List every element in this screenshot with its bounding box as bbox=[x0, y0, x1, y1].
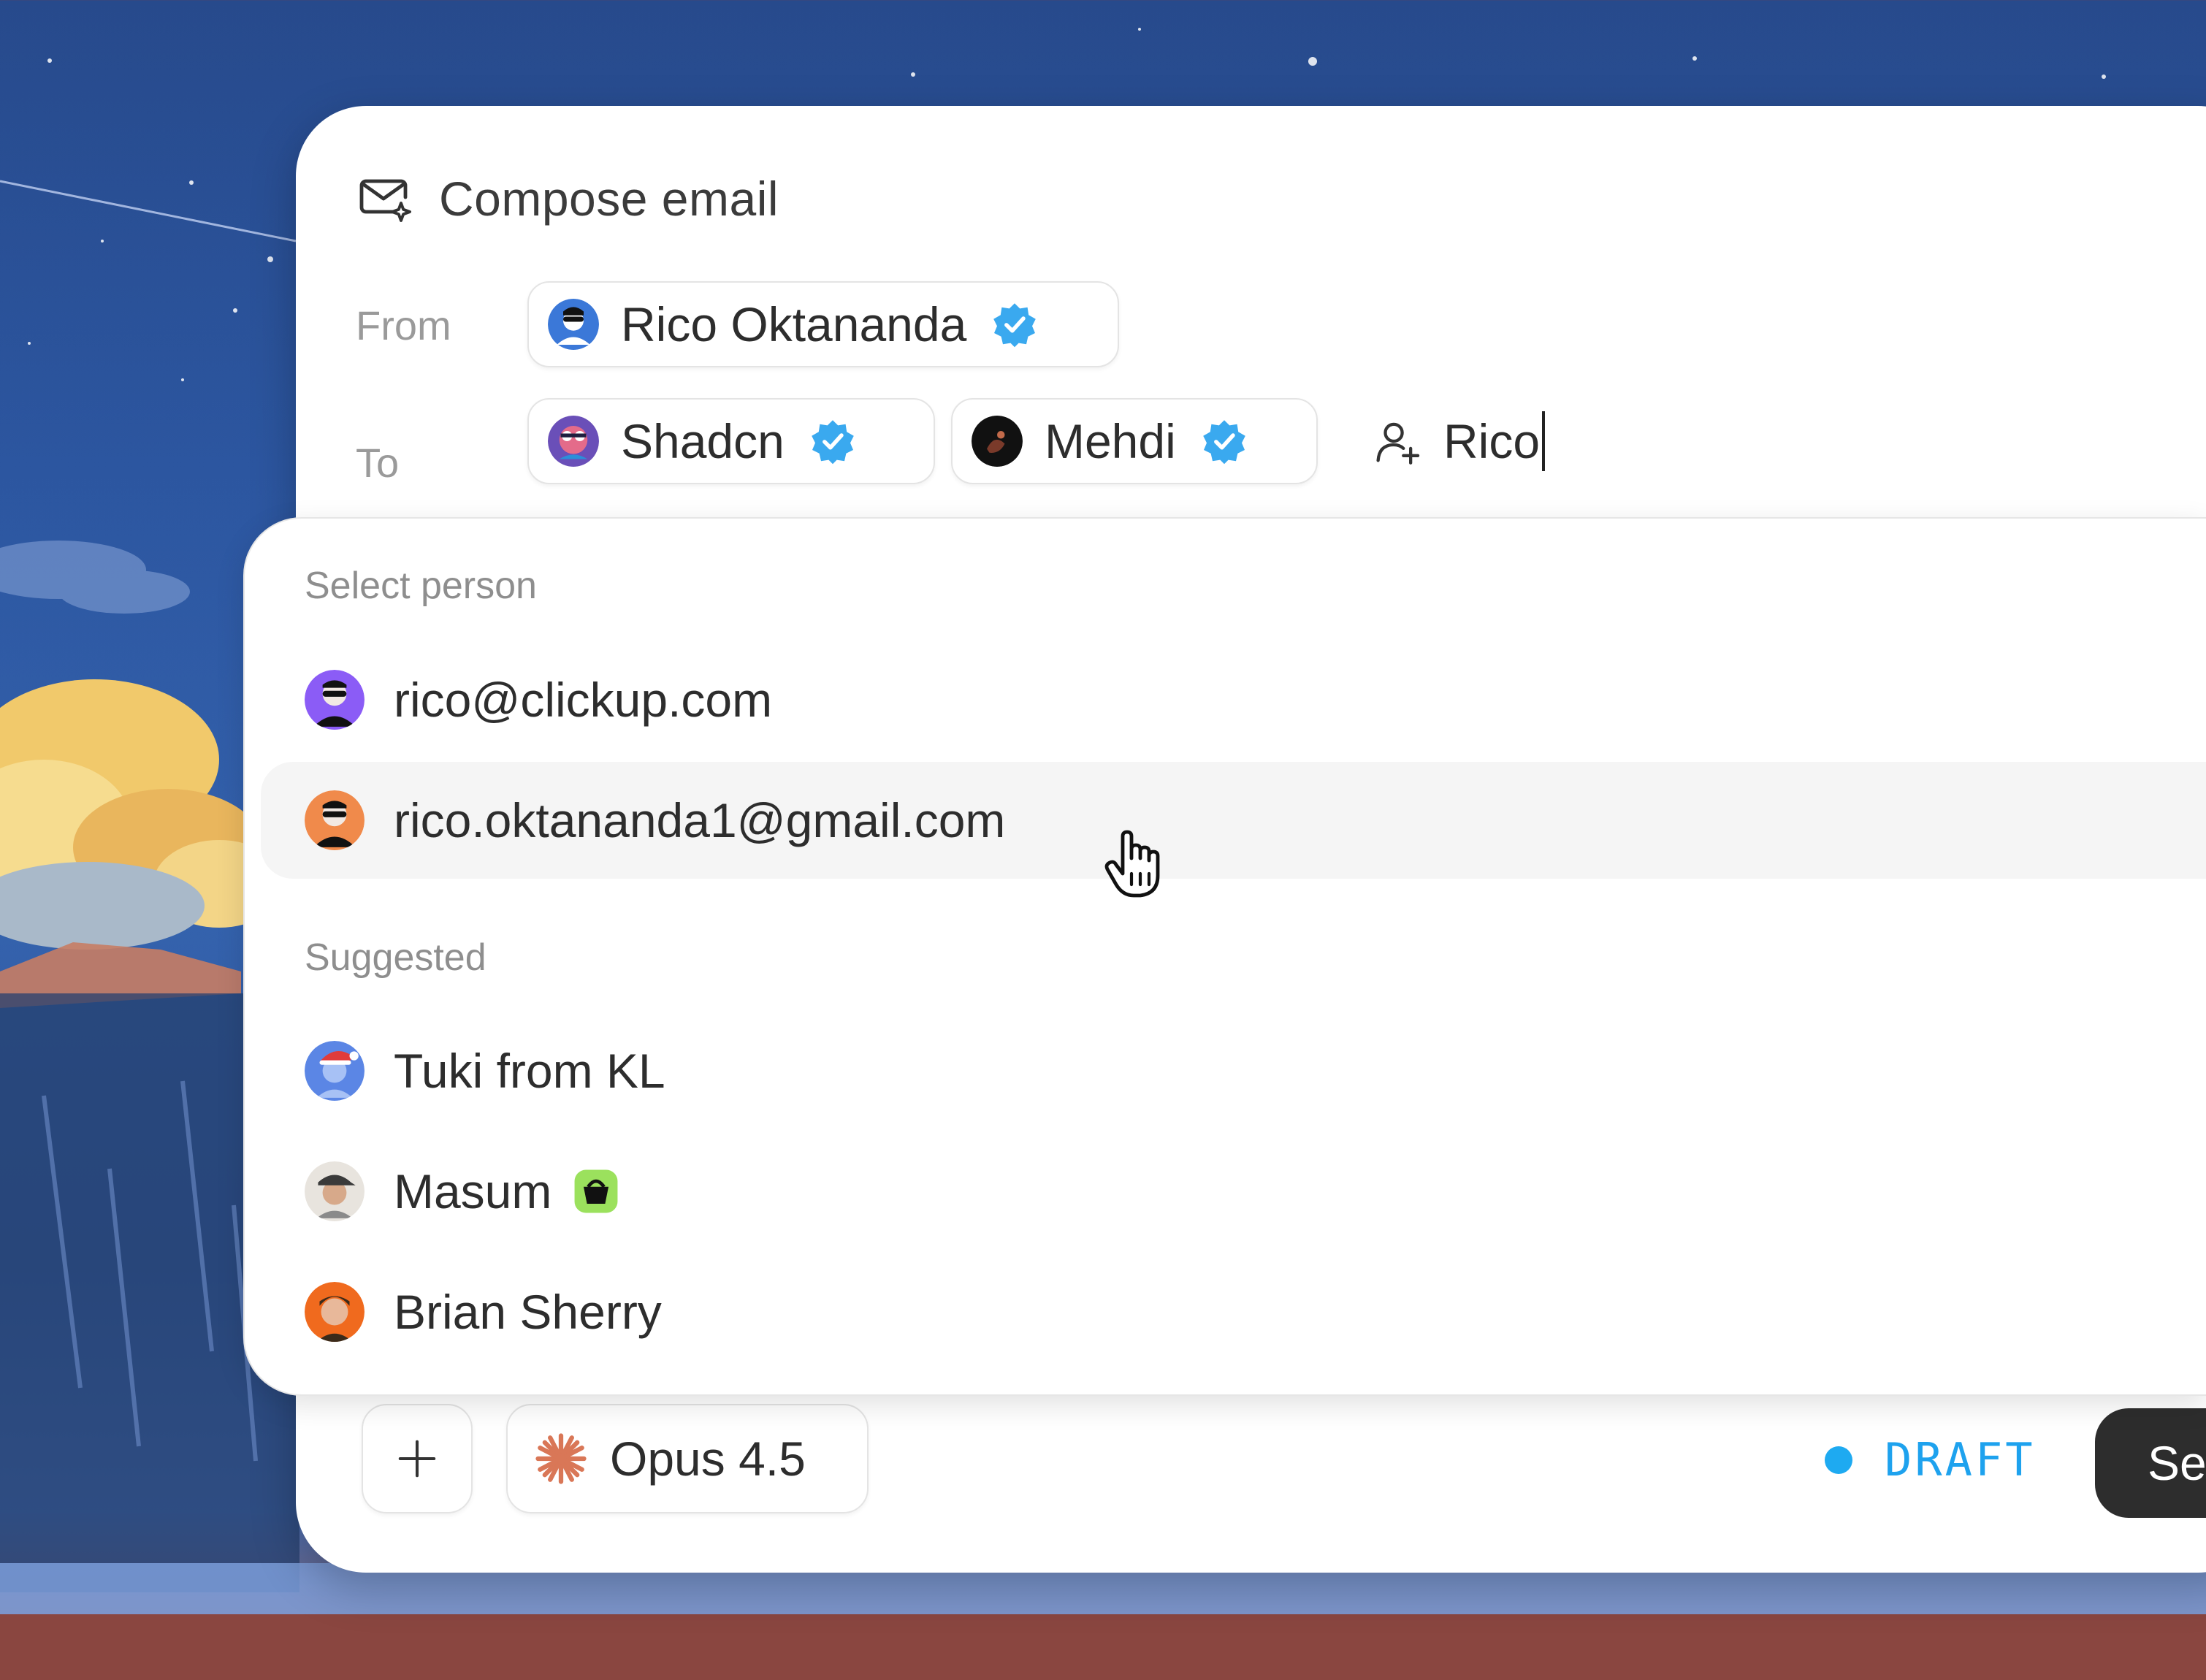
text-caret bbox=[1542, 411, 1546, 471]
status-label: DRAFT bbox=[1885, 1433, 2036, 1486]
avatar bbox=[305, 670, 365, 730]
avatar-mehdi bbox=[972, 416, 1023, 467]
suggested-name: Masum bbox=[394, 1164, 552, 1218]
avatar bbox=[305, 790, 365, 850]
cloud-shape bbox=[0, 679, 285, 950]
from-label: From bbox=[356, 302, 451, 348]
plus-icon bbox=[398, 1440, 436, 1478]
claude-star-icon bbox=[535, 1433, 587, 1484]
suggested-person-option[interactable]: Masum bbox=[261, 1133, 2206, 1250]
person-option[interactable]: rico@clickup.com bbox=[261, 641, 2206, 758]
suggested-person-option[interactable]: Brian Sherry bbox=[261, 1253, 2206, 1370]
suggested-name: Brian Sherry bbox=[394, 1285, 662, 1339]
from-sender-chip[interactable]: Rico Oktananda bbox=[527, 281, 1119, 367]
window-title: Compose email bbox=[439, 172, 779, 226]
suggested-person-option[interactable]: Tuki from KL bbox=[261, 1012, 2206, 1129]
recipient-name: Mehdi bbox=[1045, 414, 1176, 468]
avatar bbox=[305, 1282, 365, 1342]
recipient-chip-mehdi[interactable]: Mehdi bbox=[951, 398, 1318, 484]
draft-status: DRAFT bbox=[1825, 1433, 2036, 1486]
recipient-chip-shadcn[interactable]: Shadcn bbox=[527, 398, 935, 484]
user-plus-icon bbox=[1376, 422, 1420, 465]
person-picker-dropdown: Select person rico@clickup.com rico.okta… bbox=[243, 517, 2206, 1396]
person-option[interactable]: rico.oktananda1@gmail.com bbox=[261, 762, 2206, 879]
hand-pointer-cursor-icon bbox=[1104, 830, 1160, 898]
recipient-search-input[interactable]: Rico bbox=[1373, 398, 1546, 484]
basket-icon bbox=[574, 1169, 618, 1213]
model-name: Opus 4.5 bbox=[610, 1432, 806, 1486]
sender-name: Rico Oktananda bbox=[621, 297, 967, 351]
recipient-name: Shadcn bbox=[621, 414, 785, 468]
avatar-rico bbox=[548, 299, 599, 350]
mail-sparkle-icon bbox=[359, 179, 411, 222]
add-attachment-button[interactable] bbox=[362, 1404, 473, 1513]
avatar-shadcn bbox=[548, 416, 599, 467]
to-label: To bbox=[356, 440, 400, 486]
window-header: Compose email bbox=[356, 159, 779, 239]
avatar bbox=[305, 1041, 365, 1101]
status-dot bbox=[1825, 1446, 1852, 1474]
suggested-heading: Suggested bbox=[305, 936, 486, 979]
avatar bbox=[305, 1161, 365, 1221]
option-email: rico.oktananda1@gmail.com bbox=[394, 793, 1006, 847]
send-button[interactable]: Se bbox=[2095, 1408, 2206, 1518]
recipient-input-value: Rico bbox=[1443, 414, 1541, 468]
verified-badge-icon bbox=[1202, 420, 1245, 465]
model-selector-button[interactable]: Opus 4.5 bbox=[506, 1404, 869, 1513]
suggested-name: Tuki from KL bbox=[394, 1044, 665, 1098]
verified-badge-icon bbox=[993, 303, 1037, 348]
option-email: rico@clickup.com bbox=[394, 673, 773, 727]
select-person-heading: Select person bbox=[305, 565, 537, 607]
send-button-label: Se bbox=[2148, 1436, 2206, 1490]
verified-badge-icon bbox=[812, 420, 854, 465]
